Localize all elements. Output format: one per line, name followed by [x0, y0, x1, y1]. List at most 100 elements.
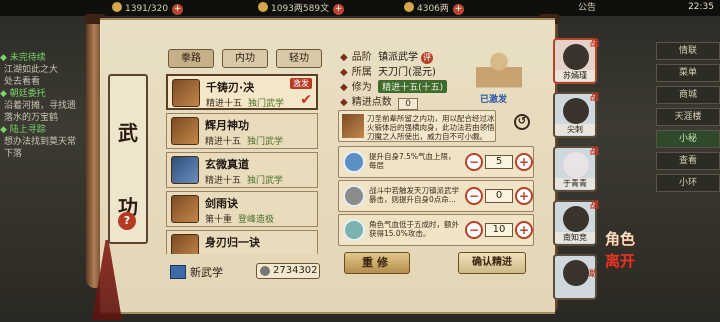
check-icon: ✔ — [300, 92, 312, 108]
skill-tabs: 拳路 内功 轻功 — [168, 49, 322, 69]
quest-text: 江湖如此之大 — [4, 65, 59, 75]
character-figure-icon — [476, 46, 522, 98]
points-icon — [260, 266, 270, 276]
character-card[interactable]: 助 — [553, 254, 597, 300]
character-card[interactable]: 于青青 战 — [553, 146, 599, 192]
effect-row: 战斗中若触发天刀镇派武学暴击，则提升自身0点命... − 0 + — [338, 180, 534, 212]
blade-skill-icon — [171, 234, 199, 254]
resource-money: 1093两589文 + — [258, 2, 345, 15]
resource-gold: 4306两 + — [404, 2, 464, 15]
character-avatar — [563, 260, 589, 286]
skill-list[interactable]: 千铸刃·决 精进十五 独门武学 激发 ✔ 辉月神功 精进十五 独门武学 玄微真道 精… — [166, 74, 322, 254]
refresh-icon[interactable]: ↺ — [514, 114, 530, 130]
attr-grade: ◆ 品阶 镇派武学评 — [340, 52, 434, 64]
blade-skill-icon — [171, 117, 199, 145]
energy-icon — [112, 2, 122, 12]
blade-skill-icon — [172, 79, 200, 107]
quest-tracker[interactable]: ◆ 未完待续 江湖如此之大 处去看看 ◆ 朝廷委托 沿着河摊，寻找遗 落水的万宝… — [0, 52, 92, 182]
add-gold-button[interactable]: + — [452, 4, 464, 15]
help-button[interactable]: ? — [118, 212, 136, 230]
character-card[interactable]: 南知竞 战 — [553, 200, 599, 246]
banner-title-line1: 武 — [118, 121, 138, 145]
add-money-button[interactable]: + — [333, 4, 345, 15]
character-avatar — [563, 98, 589, 124]
skill-item[interactable]: 玄微真道 精进十五 独门武学 — [166, 152, 318, 188]
coin-icon — [258, 2, 268, 12]
tab-lightness[interactable]: 轻功 — [276, 49, 322, 68]
skill-name: 身刃归一诀 — [205, 236, 260, 249]
attr-refine-points: ◆ 精进点数 0 — [340, 93, 419, 110]
blue-drop-icon — [343, 151, 365, 173]
skill-name: 辉月神功 — [205, 119, 249, 132]
decrease-button[interactable]: − — [465, 187, 483, 205]
skill-sub: 精进十五 独门武学 — [206, 99, 285, 109]
character-avatar — [563, 152, 589, 178]
quest-text: 处去看看 — [4, 77, 41, 87]
tab-fist[interactable]: 拳路 — [168, 49, 214, 68]
resource-energy: 1391/320 + — [112, 2, 184, 15]
menu-item-menu[interactable]: 菜单 — [656, 64, 720, 82]
figure-icon — [343, 185, 365, 207]
skill-name: 玄微真道 — [205, 158, 249, 171]
book-skill-icon — [171, 156, 199, 184]
menu-item-chat[interactable]: 情联 — [656, 42, 720, 60]
gold-icon — [404, 2, 414, 12]
notice-button[interactable]: 公告 — [578, 2, 596, 14]
quest-title[interactable]: ◆ 陆上寻踪 — [0, 124, 92, 136]
character-card-selected[interactable]: 苏嫣瑾 战 — [553, 38, 599, 84]
activated-badge: 激发 — [290, 78, 312, 89]
character-avatar — [563, 206, 589, 232]
quest-text: 落水的万宝鹤 — [4, 113, 59, 123]
skill-item[interactable]: 身刃归一诀 — [166, 230, 318, 254]
battle-tag: 战 — [589, 147, 599, 157]
menu-item-tower[interactable]: 天涯楼 — [656, 108, 720, 126]
battle-tag: 战 — [589, 39, 599, 49]
decrease-button[interactable]: − — [465, 221, 483, 239]
effect-row: 提升自身7.5%气血上限，每层 − 5 + — [338, 146, 534, 178]
skill-name: 剑雨诀 — [205, 197, 238, 210]
menu-item-secret[interactable]: 小秘 — [656, 130, 720, 148]
increase-button[interactable]: + — [515, 153, 533, 171]
assist-tag: 助 — [589, 269, 597, 278]
new-skill-button[interactable]: 新武学 — [170, 264, 223, 280]
skill-sub: 精进十五 独门武学 — [205, 137, 284, 147]
skill-points-display: 2734302 — [256, 263, 320, 279]
battle-tag: 战 — [589, 93, 599, 103]
activated-label: 已激发 — [480, 95, 508, 105]
effect-value: 5 — [485, 155, 513, 169]
tab-inner[interactable]: 内功 — [222, 49, 268, 68]
right-menu: 情联 菜单 商城 天涯楼 小秘 查看 小环 — [656, 42, 720, 196]
effect-value: 0 — [485, 189, 513, 203]
menu-item-ring[interactable]: 小环 — [656, 174, 720, 192]
skill-item[interactable]: 剑雨诀 第十重 登峰造极 — [166, 191, 318, 227]
effect-value: 10 — [485, 223, 513, 237]
attr-school: ◆ 所属 天刀门(混元) — [340, 67, 436, 78]
increase-button[interactable]: + — [515, 221, 533, 239]
battle-tag: 战 — [589, 201, 599, 211]
teal-drop-icon — [343, 219, 365, 241]
top-resource-bar: 1391/320 + 1093两589文 + 4306两 + 公告 22:35 — [0, 0, 720, 16]
skill-sub: 精进十五 独门武学 — [205, 176, 284, 186]
reset-cultivation-button[interactable]: 重修 — [344, 252, 410, 274]
menu-item-view[interactable]: 查看 — [656, 152, 720, 170]
skill-description: 刀圣前辈所留之内功，用以配合经过冰火锻体后的强横肉身，此功法若由领悟刀魔之人所使… — [338, 110, 496, 142]
skill-item-selected[interactable]: 千铸刃·决 精进十五 独门武学 激发 ✔ — [166, 74, 318, 110]
side-label[interactable]: 角色 离开 — [600, 228, 640, 308]
quest-title[interactable]: ◆ 朝廷委托 — [0, 88, 92, 100]
menu-item-shop[interactable]: 商城 — [656, 86, 720, 104]
quest-title[interactable]: ◆ 未完待续 — [0, 52, 92, 64]
decrease-button[interactable]: − — [465, 153, 483, 171]
clock: 22:35 — [688, 2, 714, 12]
blade-skill-icon — [342, 114, 364, 138]
book-icon — [170, 265, 186, 279]
skill-name: 千铸刃·决 — [206, 81, 255, 94]
skill-item[interactable]: 辉月神功 精进十五 独门武学 — [166, 113, 318, 149]
add-energy-button[interactable]: + — [172, 4, 184, 15]
sword-skill-icon — [171, 195, 199, 223]
character-card[interactable]: 尖刺 战 — [553, 92, 599, 138]
confirm-refine-button[interactable]: 确认精进 — [458, 252, 526, 274]
attr-cultivation: ◆ 修为 精进十五(十五) — [340, 78, 448, 93]
increase-button[interactable]: + — [515, 187, 533, 205]
quest-text: 想办法找到莫天常 — [4, 137, 77, 147]
quest-text: 下落 — [4, 149, 23, 159]
